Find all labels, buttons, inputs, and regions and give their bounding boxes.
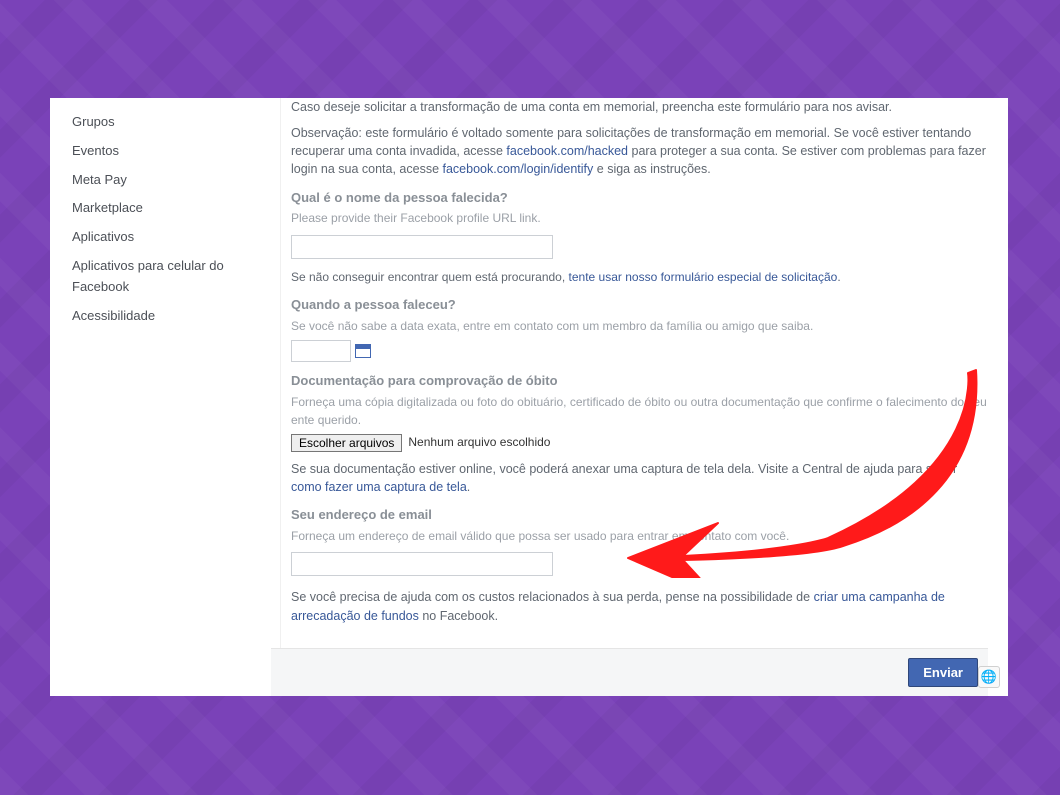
form-footer: Enviar — [271, 648, 988, 696]
question-email-title: Seu endereço de email — [291, 506, 988, 525]
sidebar-item-eventos[interactable]: Eventos — [72, 137, 264, 166]
fundraiser-note: Se você precisa de ajuda com os custos r… — [291, 588, 988, 624]
doc-online-suffix: . — [467, 480, 470, 494]
calendar-icon[interactable] — [355, 344, 371, 358]
memorial-request-form: Caso deseje solicitar a transformação de… — [291, 98, 988, 625]
special-request-link[interactable]: tente usar nosso formulário especial de … — [569, 270, 838, 284]
main-content: Caso deseje solicitar a transformação de… — [280, 98, 1008, 696]
doc-online-prefix: Se sua documentação estiver online, você… — [291, 462, 957, 476]
sidebar: Grupos Eventos Meta Pay Marketplace Apli… — [50, 98, 280, 696]
screenshot-help-link[interactable]: como fazer uma captura de tela — [291, 480, 467, 494]
hacked-link[interactable]: facebook.com/hacked — [506, 144, 628, 158]
question-doc-sub: Forneça uma cópia digitalizada ou foto d… — [291, 394, 988, 429]
sidebar-item-acessibilidade[interactable]: Acessibilidade — [72, 302, 264, 331]
death-date-field — [291, 340, 988, 362]
form-scroll-area: Caso deseje solicitar a transformação de… — [291, 98, 988, 648]
send-button[interactable]: Enviar — [908, 658, 978, 687]
doc-online-note: Se sua documentação estiver online, você… — [291, 460, 988, 496]
question-email-sub: Forneça um endereço de email válido que … — [291, 528, 988, 545]
email-input[interactable] — [291, 552, 553, 576]
globe-icon: 🌐 — [981, 669, 997, 685]
question-doc-title: Documentação para comprovação de óbito — [291, 372, 988, 391]
login-identify-link[interactable]: facebook.com/login/identify — [443, 162, 594, 176]
file-upload-row: Escolher arquivos Nenhum arquivo escolhi… — [291, 434, 988, 452]
app-window: Grupos Eventos Meta Pay Marketplace Apli… — [50, 98, 1008, 696]
not-found-suffix: . — [837, 270, 840, 284]
question-name-title: Qual é o nome da pessoa falecida? — [291, 189, 988, 208]
file-status-text: Nenhum arquivo escolhido — [408, 434, 550, 451]
sidebar-item-aplicativos[interactable]: Aplicativos — [72, 223, 264, 252]
choose-files-button[interactable]: Escolher arquivos — [291, 434, 402, 452]
observation-suffix: e siga as instruções. — [597, 162, 711, 176]
death-date-input[interactable] — [291, 340, 351, 362]
deceased-name-input[interactable] — [291, 235, 553, 259]
sidebar-item-marketplace[interactable]: Marketplace — [72, 194, 264, 223]
not-found-line: Se não conseguir encontrar quem está pro… — [291, 269, 988, 286]
fund-suffix: no Facebook. — [419, 609, 498, 623]
sidebar-item-apps-celular[interactable]: Aplicativos para celular do Facebook — [72, 252, 264, 302]
observation-text: Observação: este formulário é voltado so… — [291, 124, 988, 178]
sidebar-item-grupos[interactable]: Grupos — [72, 108, 264, 137]
fund-prefix: Se você precisa de ajuda com os custos r… — [291, 590, 814, 604]
intro-text: Caso deseje solicitar a transformação de… — [291, 98, 988, 116]
question-when-sub: Se você não sabe a data exata, entre em … — [291, 318, 988, 335]
language-globe-button[interactable]: 🌐 — [978, 666, 1000, 688]
question-name-sub: Please provide their Facebook profile UR… — [291, 210, 988, 227]
sidebar-item-meta-pay[interactable]: Meta Pay — [72, 166, 264, 195]
question-when-title: Quando a pessoa faleceu? — [291, 296, 988, 315]
not-found-prefix: Se não conseguir encontrar quem está pro… — [291, 270, 569, 284]
